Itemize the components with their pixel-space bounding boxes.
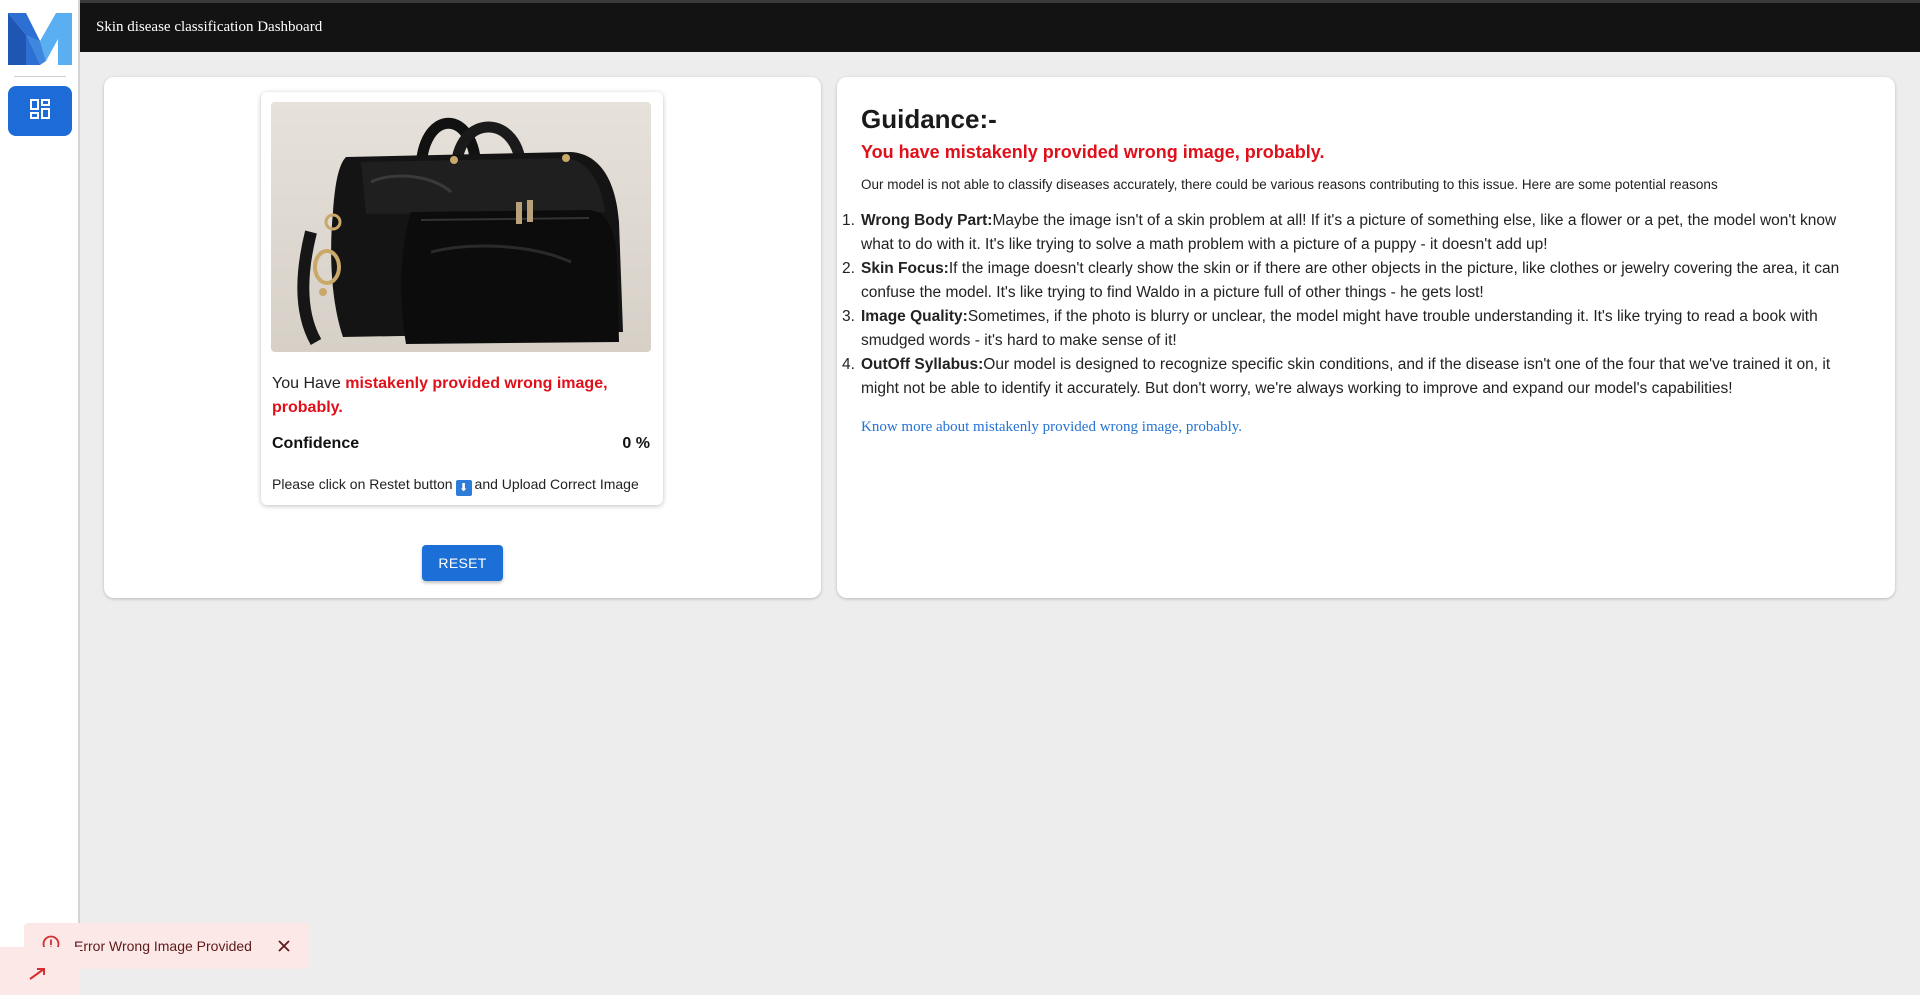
sidebar-divider [14, 76, 66, 77]
brand-logo[interactable] [6, 9, 74, 67]
instruction-after: and Upload Correct Image [474, 476, 639, 492]
app-header: Skin disease classification Dashboard [80, 3, 1920, 52]
reason-title: Image Quality: [861, 308, 968, 325]
instruction-before: Please click on Restet button [272, 476, 453, 492]
know-more-link[interactable]: Know more about mistakenly provided wron… [861, 419, 1242, 436]
reason-text: Maybe the image isn't of a skin problem … [861, 212, 1837, 253]
reasons-list-wrapper: 1. Wrong Body Part:Maybe the image isn't … [842, 209, 1871, 401]
down-arrow-icon: ⬇ [455, 480, 472, 496]
guidance-title: Guidance:- [861, 104, 997, 134]
reason-text: Our model is designed to recognize speci… [861, 356, 1831, 397]
reason-title: OutOff Syllabus: [861, 356, 984, 373]
confidence-row: Confidence 0 % [272, 435, 650, 453]
reset-instruction: Please click on Restet button ⬇ and Upload… [272, 476, 650, 496]
upload-result-panel: You Have mistakenly provided wrong image… [104, 77, 821, 598]
reason-item: 1. Wrong Body Part:Maybe the image isn't … [842, 212, 1837, 253]
reason-item: 2. Skin Focus:If the image doesn't clearl… [842, 260, 1840, 301]
result-prefix: You Have [272, 375, 346, 392]
expand-toggle[interactable] [0, 947, 80, 995]
expand-arrow-icon [29, 968, 45, 980]
uploaded-image [271, 102, 651, 352]
sidebar-item-dashboard[interactable] [8, 86, 72, 136]
dashboard-icon [29, 98, 51, 125]
guidance-subtitle: You have mistakenly provided wrong image… [861, 142, 1325, 162]
toast-message: Error Wrong Image Provided [74, 938, 252, 954]
reason-text: If the image doesn't clearly show the sk… [861, 260, 1840, 301]
reasons-list: 1. Wrong Body Part:Maybe the image isn't … [842, 209, 1871, 401]
reason-item: 4. OutOff Syllabus:Our model is designed … [842, 356, 1831, 397]
reason-title: Wrong Body Part: [861, 212, 993, 229]
confidence-label: Confidence [272, 435, 360, 452]
guidance-intro: Our model is not able to classify diseas… [861, 177, 1718, 192]
reason-item: 3. Image Quality:Sometimes, if the photo … [842, 308, 1818, 349]
close-icon[interactable] [276, 938, 292, 954]
result-card: You Have mistakenly provided wrong image… [261, 92, 663, 505]
reason-title: Skin Focus: [861, 260, 949, 277]
reset-button[interactable]: RESET [422, 545, 503, 581]
reason-text: Sometimes, if the photo is blurry or unc… [861, 308, 1818, 349]
sidebar [0, 0, 80, 995]
guidance-panel: Guidance:- You have mistakenly provided … [837, 77, 1895, 598]
page-title: Skin disease classification Dashboard [96, 19, 323, 35]
classification-result: You Have mistakenly provided wrong image… [272, 372, 650, 420]
confidence-value: 0 % [622, 435, 650, 452]
